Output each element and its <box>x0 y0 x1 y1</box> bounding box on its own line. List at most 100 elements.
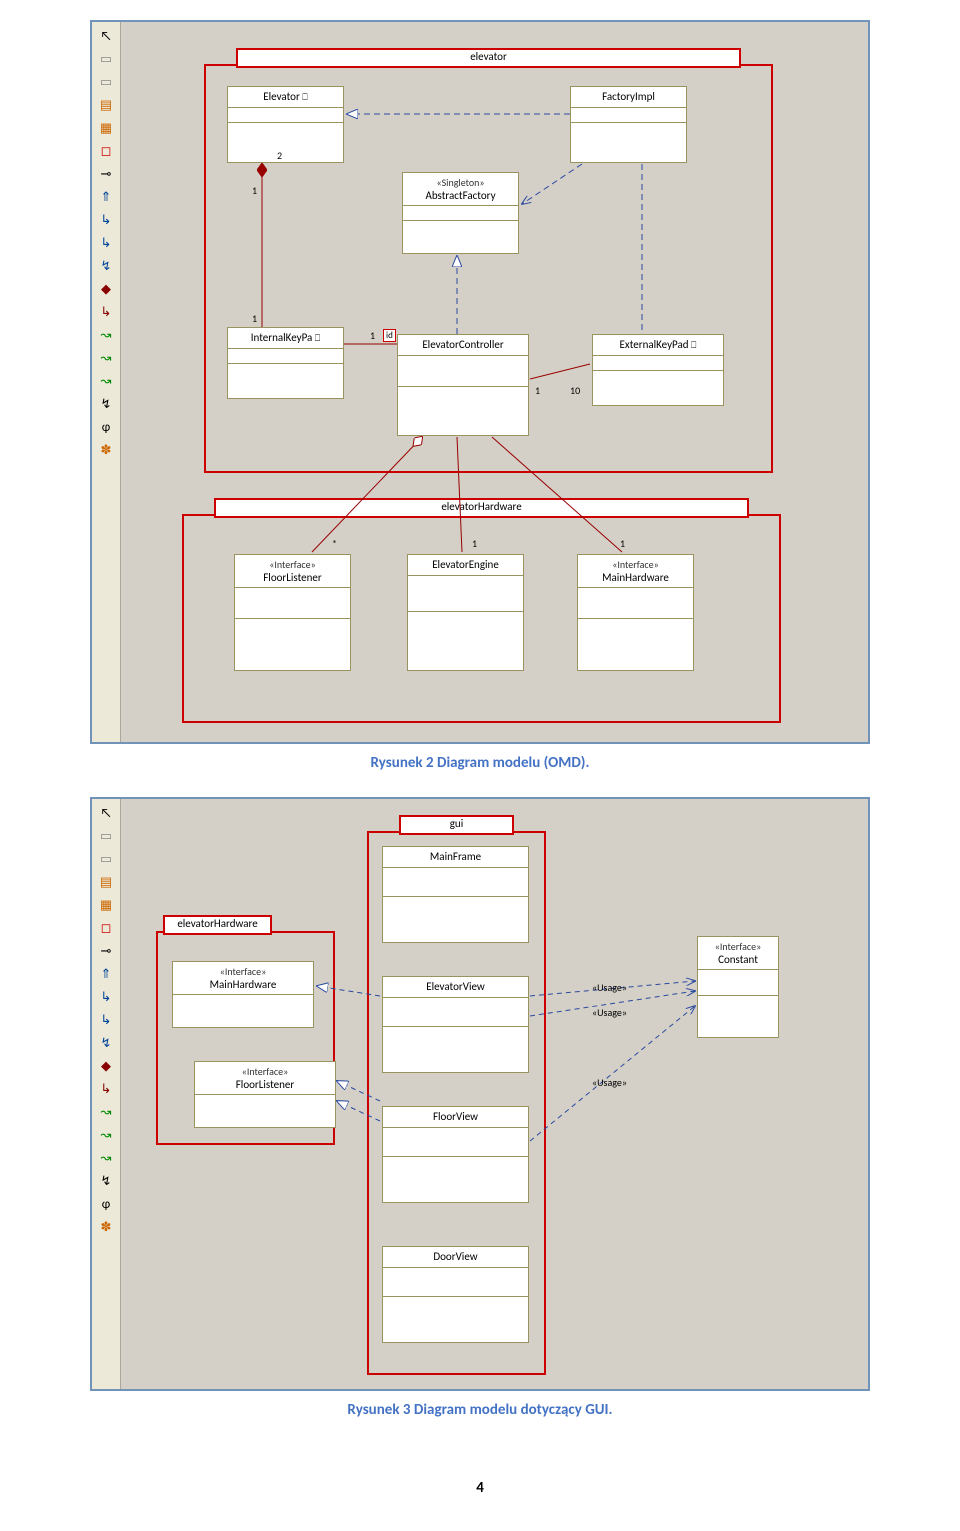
tool-select[interactable]: ↖ <box>95 802 117 824</box>
tool-class[interactable]: ▭ <box>95 848 117 870</box>
tool-arrow-up[interactable]: ⇑ <box>95 963 117 985</box>
tool-note[interactable]: ▭ <box>95 48 117 70</box>
class-elevatorview: ElevatorView <box>382 976 529 1073</box>
tool-package[interactable]: ◻ <box>95 917 117 939</box>
tool-assoc[interactable]: ↳ <box>95 209 117 231</box>
tool-interface[interactable]: ⊸ <box>95 940 117 962</box>
diagram-omd-figure: ↖ ▭ ▭ ▤ ▦ ◻ ⊸ ⇑ ↳ ↳ ↯ ◆ ↳ ↝ ↝ ↝ ↯ ɸ ✽ el… <box>90 20 870 744</box>
class-elevatorcontroller-name: ElevatorController <box>398 335 528 356</box>
package-ehw2-label: elevatorHardware <box>163 915 272 935</box>
tool-dep[interactable]: ↳ <box>95 232 117 254</box>
tool-actor[interactable]: ✽ <box>95 439 117 461</box>
class-constant-name: Constant <box>718 953 758 966</box>
class-doorview-name: DoorView <box>383 1247 528 1268</box>
mult-1e: 1 <box>472 537 477 550</box>
class-floorlistener: «Interface»FloorListener <box>234 554 351 671</box>
package-elevator-label: elevator <box>236 48 741 68</box>
usage-3: «Usage» <box>592 1076 627 1089</box>
class-elevatorcontroller: ElevatorController <box>397 334 529 436</box>
class-constant: «Interface»Constant <box>697 936 779 1038</box>
class-elevatorengine-name: ElevatorEngine <box>408 555 523 576</box>
diagram2-canvas: gui elevatorHardware MainFrame ElevatorV… <box>122 801 866 1387</box>
tool-dashed[interactable]: ↯ <box>95 393 117 415</box>
class-floorlistener2: «Interface»FloorListener <box>194 1061 336 1128</box>
class-mainhardware-stereo: «Interface» <box>584 558 687 571</box>
mult-1f: 1 <box>620 537 625 550</box>
palette-toolbar-2: ↖ ▭ ▭ ▤ ▦ ◻ ⊸ ⇑ ↳ ↳ ↯ ◆ ↳ ↝ ↝ ↝ ↯ ɸ ✽ <box>92 799 121 1389</box>
tool-link[interactable]: ↳ <box>95 1078 117 1100</box>
class-mainhardware-name: MainHardware <box>602 571 669 584</box>
package-elevatorhw-label: elevatorHardware <box>214 498 749 518</box>
tool-diamond[interactable]: ◆ <box>95 1055 117 1077</box>
class-floorview-name: FloorView <box>383 1107 528 1128</box>
tool-select[interactable]: ↖ <box>95 25 117 47</box>
page-number: 4 <box>90 1479 870 1497</box>
class-elevator: Elevator ⎕ <box>227 86 344 163</box>
tool-table[interactable]: ▦ <box>95 894 117 916</box>
mult-1a: 1 <box>252 184 257 197</box>
class-mainframe: MainFrame <box>382 846 529 943</box>
package-gui-label: gui <box>399 815 514 835</box>
tool-green1[interactable]: ↝ <box>95 1101 117 1123</box>
diagram1-canvas: elevator elevatorHardware Elevator ⎕ Fac… <box>122 24 866 740</box>
usage-2: «Usage» <box>592 1006 627 1019</box>
class-floorlistener2-stereo: «Interface» <box>201 1065 329 1078</box>
mult-10: 10 <box>570 384 580 397</box>
mult-2: 2 <box>277 149 282 162</box>
mult-1d: 1 <box>535 384 540 397</box>
class-mainhardware2-name: MainHardware <box>210 978 277 991</box>
tool-assoc[interactable]: ↳ <box>95 986 117 1008</box>
class-floorview: FloorView <box>382 1106 529 1203</box>
tool-actor[interactable]: ✽ <box>95 1216 117 1238</box>
class-internalkeypa: InternalKeyPa ⎕ <box>227 327 344 399</box>
class-doorview: DoorView <box>382 1246 529 1343</box>
tool-green2[interactable]: ↝ <box>95 1124 117 1146</box>
tool-dep[interactable]: ↳ <box>95 1009 117 1031</box>
tool-green2[interactable]: ↝ <box>95 347 117 369</box>
class-externalkeypad-name: ExternalKeyPad <box>620 338 689 351</box>
tool-interface[interactable]: ⊸ <box>95 163 117 185</box>
class-externalkeypad: ExternalKeyPad ⎕ <box>592 334 724 406</box>
class-mainframe-name: MainFrame <box>383 847 528 868</box>
class-floorlistener-name: FloorListener <box>263 571 321 584</box>
class-abstractfactory-stereo: «Singleton» <box>409 176 512 189</box>
class-elevator-name: Elevator <box>263 90 300 103</box>
tool-lolli[interactable]: ɸ <box>95 1193 117 1215</box>
tool-note[interactable]: ▭ <box>95 825 117 847</box>
class-floorlistener-stereo: «Interface» <box>241 558 344 571</box>
tool-compartment[interactable]: ▤ <box>95 871 117 893</box>
tool-dashed[interactable]: ↯ <box>95 1170 117 1192</box>
class-floorlistener2-name: FloorListener <box>236 1078 294 1091</box>
class-mainhardware2-stereo: «Interface» <box>179 965 307 978</box>
class-internalkeypa-name: InternalKeyPa <box>251 331 313 344</box>
tool-gen[interactable]: ↯ <box>95 255 117 277</box>
tool-link[interactable]: ↳ <box>95 301 117 323</box>
class-constant-stereo: «Interface» <box>704 940 772 953</box>
diagram-gui-figure: ↖ ▭ ▭ ▤ ▦ ◻ ⊸ ⇑ ↳ ↳ ↯ ◆ ↳ ↝ ↝ ↝ ↯ ɸ ✽ gu… <box>90 797 870 1391</box>
caption-fig3: Rysunek 3 Diagram modelu dotyczący GUI. <box>90 1401 870 1419</box>
class-elevatorengine: ElevatorEngine <box>407 554 524 671</box>
mult-id: id <box>383 329 396 342</box>
tool-table[interactable]: ▦ <box>95 117 117 139</box>
caption-fig2: Rysunek 2 Diagram modelu (OMD). <box>90 754 870 772</box>
class-elevatorview-name: ElevatorView <box>383 977 528 998</box>
tool-class[interactable]: ▭ <box>95 71 117 93</box>
usage-1: «Usage» <box>592 981 627 994</box>
tool-gen[interactable]: ↯ <box>95 1032 117 1054</box>
tool-compartment[interactable]: ▤ <box>95 94 117 116</box>
mult-1b: 1 <box>252 312 257 325</box>
mult-1c: 1 <box>370 329 375 342</box>
mult-star: * <box>332 537 337 550</box>
tool-green3[interactable]: ↝ <box>95 1147 117 1169</box>
tool-green3[interactable]: ↝ <box>95 370 117 392</box>
palette-toolbar: ↖ ▭ ▭ ▤ ▦ ◻ ⊸ ⇑ ↳ ↳ ↯ ◆ ↳ ↝ ↝ ↝ ↯ ɸ ✽ <box>92 22 121 742</box>
tool-lolli[interactable]: ɸ <box>95 416 117 438</box>
class-factoryimpl: FactoryImpl <box>570 86 687 163</box>
tool-package[interactable]: ◻ <box>95 140 117 162</box>
class-mainhardware: «Interface»MainHardware <box>577 554 694 671</box>
tool-diamond[interactable]: ◆ <box>95 278 117 300</box>
class-factoryimpl-name: FactoryImpl <box>571 87 686 108</box>
class-mainhardware2: «Interface»MainHardware <box>172 961 314 1028</box>
tool-green1[interactable]: ↝ <box>95 324 117 346</box>
tool-arrow-up[interactable]: ⇑ <box>95 186 117 208</box>
